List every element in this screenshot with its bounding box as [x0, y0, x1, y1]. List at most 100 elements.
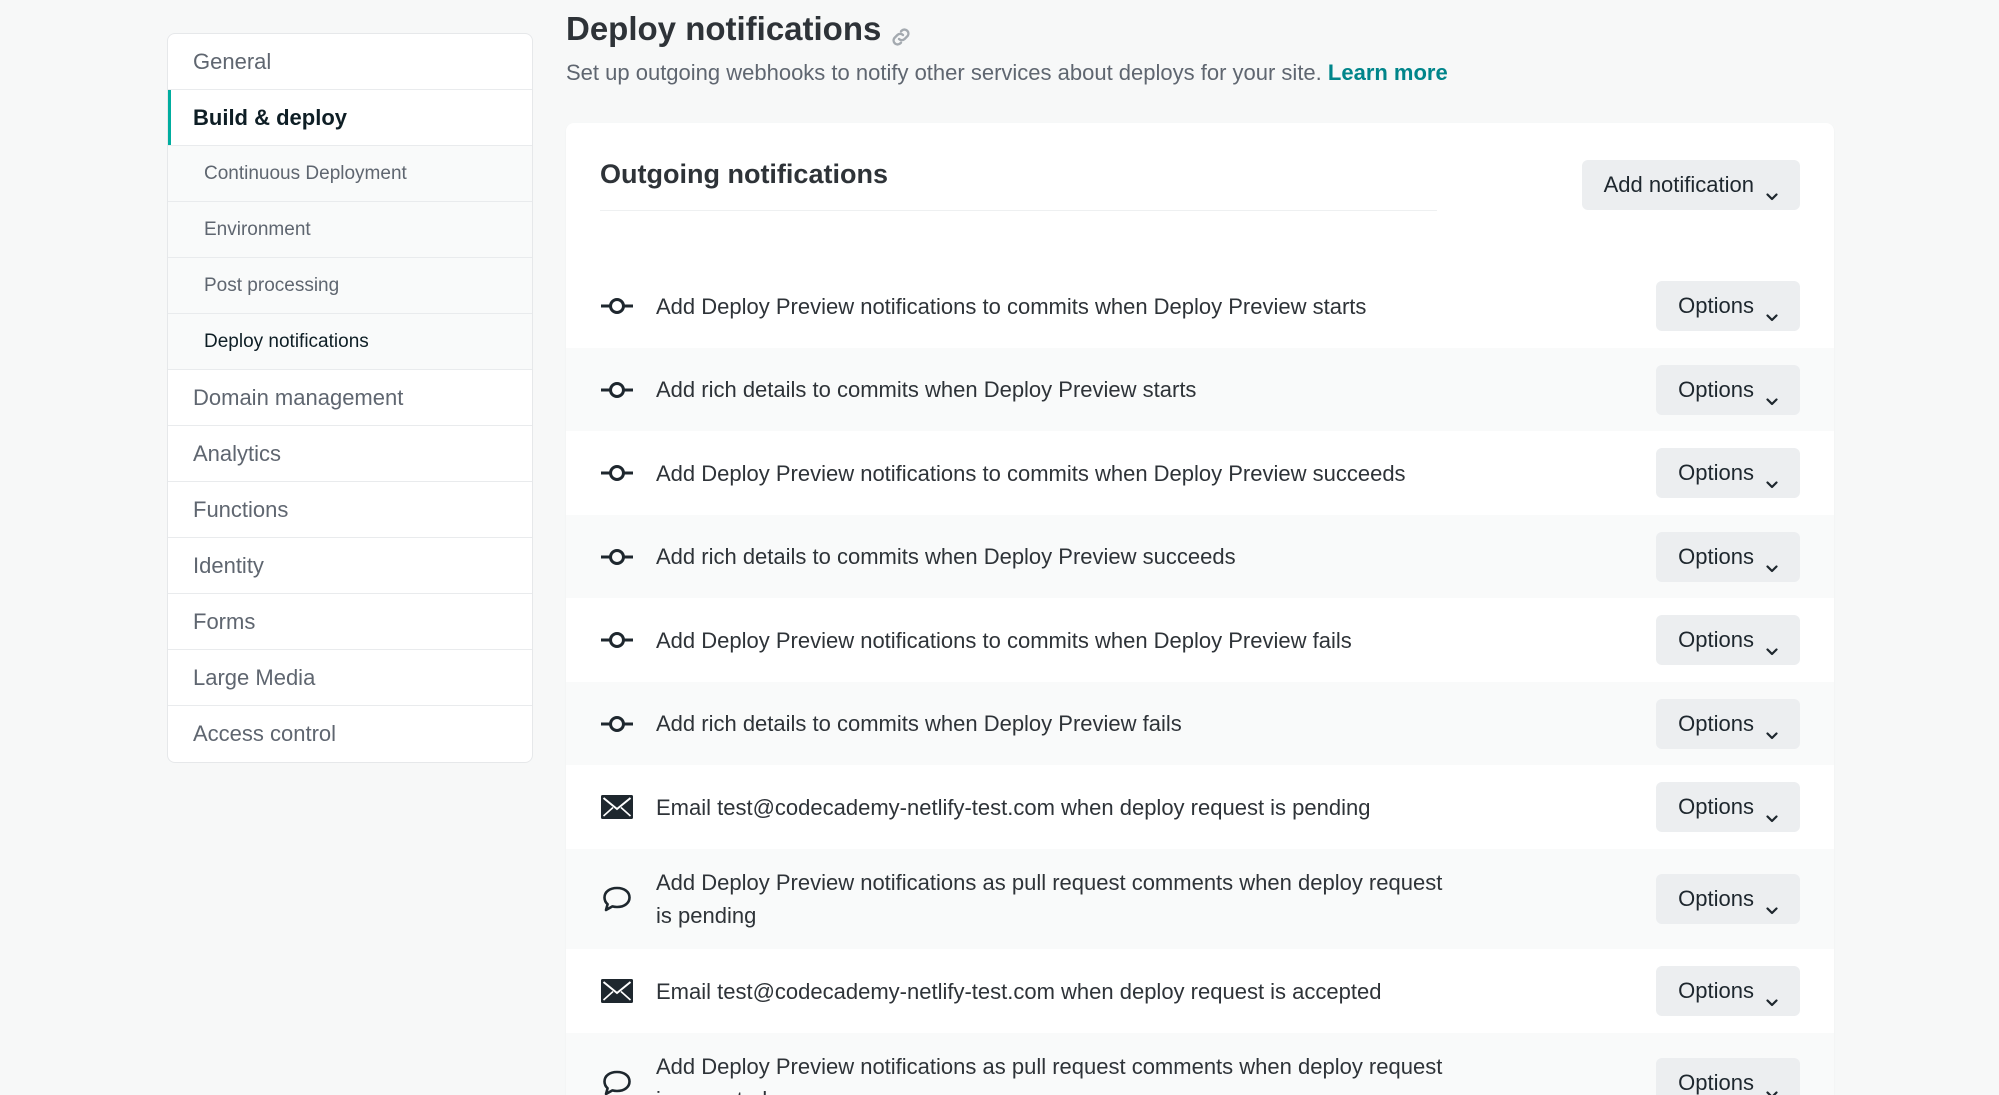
- commit-icon: [600, 626, 634, 654]
- sidebar-subitem-post-processing[interactable]: Post processing: [168, 258, 532, 314]
- sidebar-subitem-label: Environment: [204, 218, 311, 240]
- link-icon[interactable]: [889, 19, 913, 46]
- options-label: Options: [1678, 627, 1754, 652]
- sidebar-item-access-control[interactable]: Access control: [168, 706, 532, 762]
- options-button[interactable]: Options: [1656, 698, 1800, 749]
- chevron-down-icon: [1766, 302, 1778, 322]
- chevron-down-icon: [1766, 469, 1778, 489]
- options-button[interactable]: Options: [1656, 281, 1800, 331]
- options-label: Options: [1678, 543, 1754, 569]
- sidebar-item-label: Functions: [193, 496, 289, 522]
- notification-text: Add rich details to commits when Deploy …: [656, 711, 1182, 736]
- sidebar-item-forms[interactable]: Forms: [168, 594, 532, 650]
- chevron-down-icon: [1766, 1079, 1778, 1095]
- options-button[interactable]: Options: [1656, 364, 1800, 415]
- notification-text: Add rich details to commits when Deploy …: [656, 377, 1197, 402]
- commit-icon: [600, 710, 634, 738]
- notification-row: Add Deploy Preview notifications as pull…: [566, 849, 1834, 949]
- learn-more-link[interactable]: Learn more: [1328, 60, 1448, 85]
- options-button[interactable]: Options: [1656, 531, 1800, 582]
- chevron-down-icon: [1766, 987, 1778, 1007]
- sidebar-subitem-label: Continuous Deployment: [204, 162, 407, 184]
- notification-row: Add rich details to commits when Deploy …: [566, 348, 1834, 431]
- chevron-down-icon: [1766, 803, 1778, 823]
- notification-row: Add Deploy Preview notifications to comm…: [566, 431, 1834, 515]
- sidebar-item-label: General: [193, 48, 272, 74]
- notification-text: Email test@codecademy-netlify-test.com w…: [656, 794, 1371, 820]
- notification-row: Email test@codecademy-netlify-test.com w…: [566, 765, 1834, 849]
- add-notification-button[interactable]: Add notification: [1581, 160, 1800, 210]
- options-label: Options: [1678, 460, 1754, 485]
- subtitle-text: Set up outgoing webhooks to notify other…: [566, 60, 1322, 85]
- sidebar-item-label: Access control: [193, 721, 337, 746]
- options-button[interactable]: Options: [1656, 782, 1800, 832]
- sidebar-item-large-media[interactable]: Large Media: [168, 650, 532, 706]
- commit-icon: [600, 376, 634, 404]
- sidebar-subitem-deploy-notifications[interactable]: Deploy notifications: [168, 314, 532, 370]
- page-title: Deploy notifications: [566, 10, 913, 48]
- chevron-down-icon: [1766, 553, 1778, 572]
- commit-icon: [600, 292, 634, 320]
- add-notification-label: Add notification: [1603, 172, 1754, 197]
- page: General Build & deploy Continuous Deploy…: [0, 0, 1999, 1095]
- sidebar-item-general[interactable]: General: [168, 34, 532, 90]
- commit-icon: [600, 459, 634, 487]
- chevron-down-icon: [1766, 636, 1778, 656]
- options-label: Options: [1678, 978, 1754, 1003]
- options-label: Options: [1678, 794, 1754, 819]
- notification-text: Add Deploy Preview notifications to comm…: [656, 627, 1352, 653]
- notification-text: Add Deploy Preview notifications as pull…: [656, 870, 1443, 928]
- sidebar-item-label: Build & deploy: [193, 104, 347, 130]
- sidebar-item-label: Domain management: [193, 384, 404, 410]
- sidebar-subitem-continuous-deployment[interactable]: Continuous Deployment: [168, 146, 532, 202]
- options-label: Options: [1678, 293, 1754, 318]
- notification-row: Add rich details to commits when Deploy …: [566, 515, 1834, 598]
- notification-text: Add Deploy Preview notifications to comm…: [656, 293, 1367, 319]
- sidebar-subitem-label: Deploy notifications: [204, 330, 369, 352]
- sidebar-item-label: Identity: [193, 552, 264, 578]
- comment-icon: [600, 1069, 634, 1095]
- options-button[interactable]: Options: [1656, 448, 1800, 498]
- settings-sidebar: General Build & deploy Continuous Deploy…: [167, 33, 533, 763]
- email-icon: [600, 977, 634, 1005]
- notification-row: Add Deploy Preview notifications to comm…: [566, 264, 1834, 348]
- chevron-down-icon: [1766, 181, 1778, 201]
- sidebar-item-identity[interactable]: Identity: [168, 538, 532, 594]
- options-label: Options: [1678, 376, 1754, 402]
- outgoing-notifications-card: Outgoing notifications Add notification …: [566, 123, 1834, 1095]
- email-icon: [600, 793, 634, 821]
- notification-list: Add Deploy Preview notifications to comm…: [566, 264, 1834, 1095]
- sidebar-item-label: Large Media: [193, 664, 316, 690]
- options-label: Options: [1678, 1070, 1754, 1095]
- sidebar-item-functions[interactable]: Functions: [168, 482, 532, 538]
- comment-icon: [600, 885, 634, 913]
- options-button[interactable]: Options: [1656, 1058, 1800, 1095]
- sidebar-item-label: Analytics: [193, 440, 282, 466]
- sidebar-item-domain-management[interactable]: Domain management: [168, 370, 532, 426]
- commit-icon: [600, 543, 634, 571]
- options-button[interactable]: Options: [1656, 615, 1800, 665]
- notification-row: Add rich details to commits when Deploy …: [566, 682, 1834, 765]
- chevron-down-icon: [1766, 720, 1778, 739]
- notification-text: Add Deploy Preview notifications as pull…: [656, 1054, 1443, 1095]
- chevron-down-icon: [1766, 895, 1778, 915]
- sidebar-item-label: Forms: [193, 608, 256, 634]
- sidebar-subitem-label: Post processing: [204, 274, 340, 296]
- notification-row: Add Deploy Preview notifications as pull…: [566, 1033, 1834, 1095]
- notification-text: Add Deploy Preview notifications to comm…: [656, 460, 1406, 486]
- divider: [600, 210, 1437, 211]
- card-title: Outgoing notifications: [600, 159, 888, 189]
- sidebar-item-build-deploy[interactable]: Build & deploy: [168, 90, 532, 146]
- options-label: Options: [1678, 710, 1754, 736]
- options-button[interactable]: Options: [1656, 966, 1800, 1016]
- notification-text: Email test@codecademy-netlify-test.com w…: [656, 978, 1382, 1004]
- chevron-down-icon: [1766, 386, 1778, 405]
- sidebar-subitem-environment[interactable]: Environment: [168, 202, 532, 258]
- options-label: Options: [1678, 886, 1754, 911]
- notification-text: Add rich details to commits when Deploy …: [656, 544, 1236, 569]
- page-title-text: Deploy notifications: [566, 10, 882, 47]
- options-button[interactable]: Options: [1656, 874, 1800, 924]
- sidebar-item-analytics[interactable]: Analytics: [168, 426, 532, 482]
- page-subtitle: Set up outgoing webhooks to notify other…: [566, 60, 1448, 86]
- notification-row: Email test@codecademy-netlify-test.com w…: [566, 949, 1834, 1033]
